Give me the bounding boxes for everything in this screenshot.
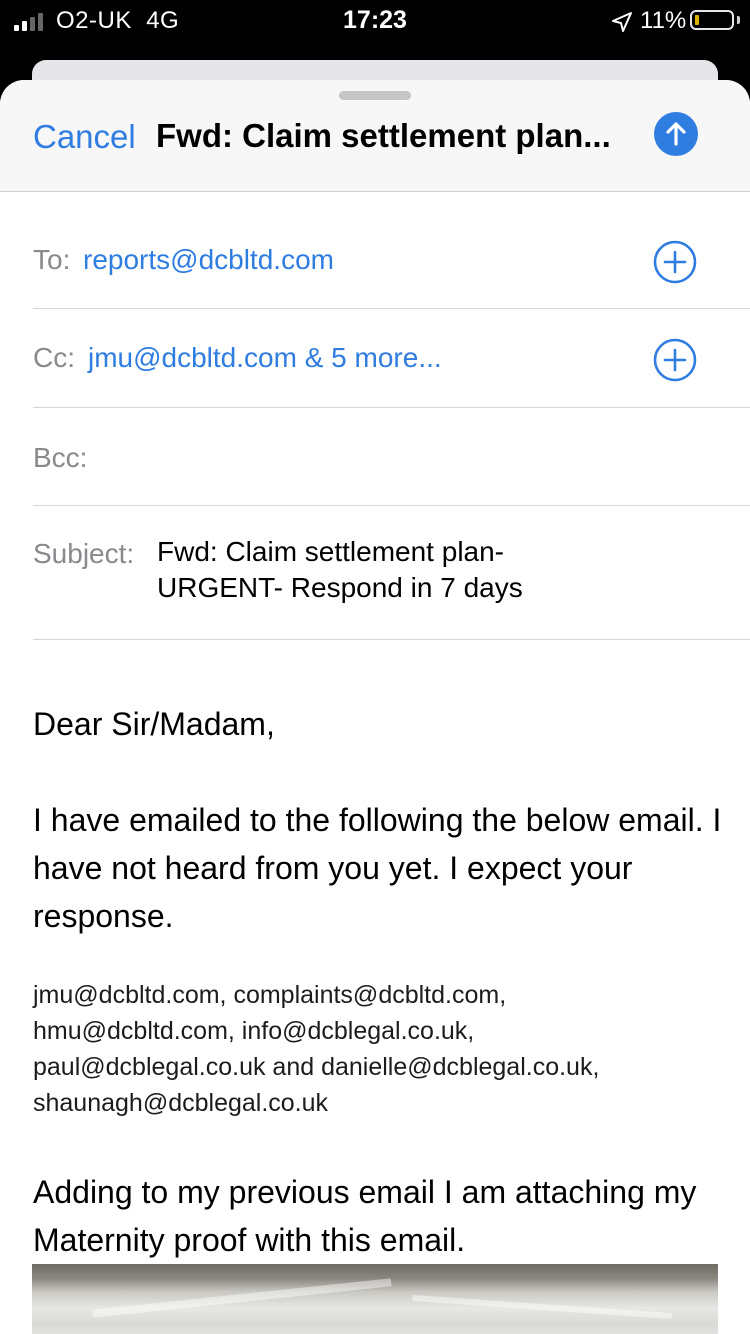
compose-header: Cancel Fwd: Claim settlement plan... [0,80,750,192]
subject-line-2: URGENT- Respond in 7 days [157,572,523,603]
send-button[interactable] [654,112,698,156]
arrow-up-icon [666,122,686,146]
body-paragraph-2[interactable]: Adding to my previous email I am attachi… [33,1168,713,1264]
subject-field[interactable]: Subject: Fwd: Claim settlement plan- URG… [33,506,750,640]
compose-title: Fwd: Claim settlement plan... [156,117,611,154]
to-field[interactable]: To: reports@dcbltd.com [33,192,750,309]
sheet-grabber[interactable] [339,91,411,100]
add-cc-recipient-plus-icon[interactable] [653,338,697,382]
body-paragraph-1[interactable]: I have emailed to the following the belo… [33,796,723,940]
recipients-line-3: paul@dcblegal.co.uk and danielle@dcblega… [33,1053,600,1081]
battery-nub [737,16,740,24]
status-bar: O2-UK 4G 17:23 11% [0,0,750,44]
paper-fold-highlight [92,1278,392,1318]
battery-icon [690,10,734,30]
body-greeting[interactable]: Dear Sir/Madam, [33,700,723,748]
cc-field[interactable]: Cc: jmu@dcbltd.com & 5 more... [33,309,750,408]
subject-label: Subject: [33,538,135,569]
cancel-button[interactable]: Cancel [33,118,136,156]
subject-input[interactable]: Fwd: Claim settlement plan- URGENT- Resp… [157,534,677,606]
to-recipient[interactable]: reports@dcbltd.com [83,244,334,276]
recipients-list[interactable]: jmu@dcbltd.com, complaints@dcbltd.com, h… [33,977,723,1121]
battery-level-fill [695,15,699,25]
subject-line-1: Fwd: Claim settlement plan- [157,536,505,567]
status-time: 17:23 [343,6,407,34]
cc-label: Cc: [33,342,75,373]
to-label: To: [33,244,71,275]
recipients-line-1: jmu@dcbltd.com, complaints@dcbltd.com, [33,981,507,1009]
attachment-image[interactable] [32,1264,718,1334]
add-to-recipient-plus-icon[interactable] [653,240,697,284]
paper-fold-highlight [412,1294,672,1320]
recipients-line-2: hmu@dcbltd.com, info@dcblegal.co.uk, [33,1017,475,1045]
battery-percentage: 11% [640,7,687,34]
bcc-label: Bcc: [33,442,88,473]
location-arrow-icon [612,12,632,32]
bcc-field[interactable]: Bcc: [33,408,750,506]
cc-recipients[interactable]: jmu@dcbltd.com & 5 more... [88,342,442,374]
compose-sheet: Cancel Fwd: Claim settlement plan... To:… [0,80,750,1334]
recipients-line-4: shaunagh@dcblegal.co.uk [33,1089,329,1117]
